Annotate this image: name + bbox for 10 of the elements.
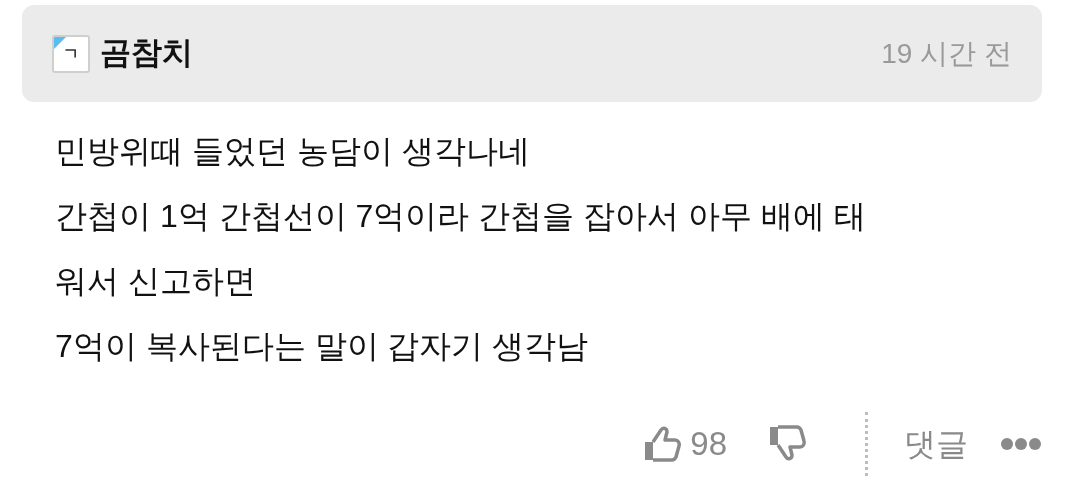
reply-button[interactable]: 댓글 <box>904 420 968 468</box>
avatar-icon: ㄱ <box>52 34 90 73</box>
author-name: 곰참치 <box>100 34 193 73</box>
comment-text-line: 간첩이 1억 간첩선이 7억이라 간첩을 잡아서 아무 배에 태 <box>55 197 866 236</box>
like-button[interactable]: 98 <box>642 419 727 469</box>
comment-text-line: 워서 신고하면 <box>55 262 256 301</box>
timestamp: 19 시간 전 <box>881 36 1012 71</box>
comment-text-line: 민방위때 들었던 농담이 생각나네 <box>55 132 530 171</box>
comment-text-line: 7억이 복사된다는 말이 갑자기 생각남 <box>55 327 589 366</box>
more-icon[interactable] <box>1000 437 1042 451</box>
